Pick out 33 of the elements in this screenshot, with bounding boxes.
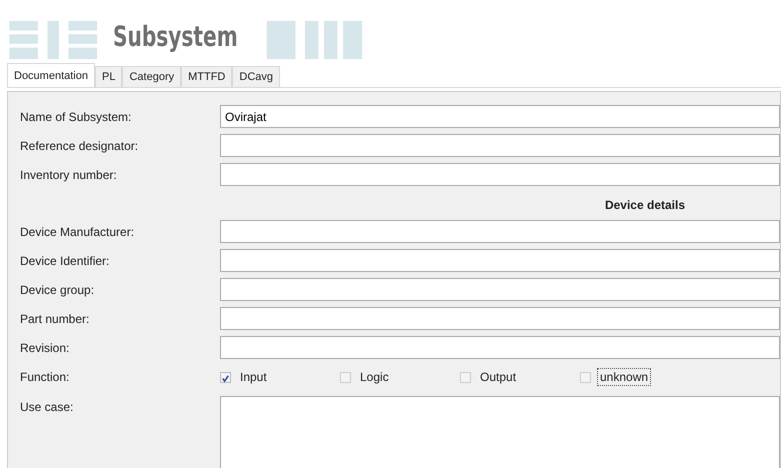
- field-label: Use case:: [20, 399, 74, 414]
- tab[interactable]: PL: [95, 66, 122, 87]
- checkbox-label[interactable]: Logic: [357, 368, 392, 386]
- field-label: Reference designator:: [20, 138, 140, 152]
- checkbox[interactable]: [340, 372, 351, 382]
- field-label: Function:: [20, 370, 70, 384]
- field-label: Device Manufacturer:: [20, 224, 136, 238]
- page-title: Subsystem: [113, 20, 238, 53]
- input-field[interactable]: [220, 134, 780, 157]
- tab[interactable]: Category: [122, 66, 182, 87]
- field-label: Revision:: [20, 340, 70, 354]
- checkbox[interactable]: [580, 372, 591, 382]
- checkbox-label[interactable]: unknown: [597, 368, 652, 386]
- checkbox-label[interactable]: Output: [477, 368, 520, 386]
- input-field[interactable]: Ovirajat: [220, 105, 780, 128]
- checkbox[interactable]: [220, 372, 231, 382]
- field-label: Device group:: [20, 282, 96, 296]
- input-field[interactable]: [220, 220, 780, 243]
- field-label: Inventory number:: [20, 168, 118, 182]
- tab[interactable]: MTTFD: [181, 66, 232, 87]
- field-label: Device Identifier:: [20, 254, 110, 268]
- checkbox-label[interactable]: Input: [237, 368, 270, 386]
- field-label: Name of Subsystem:: [20, 110, 132, 124]
- input-field[interactable]: [220, 163, 780, 186]
- input-field[interactable]: [220, 336, 780, 359]
- field-label: Part number:: [20, 312, 90, 326]
- input-field[interactable]: [220, 278, 780, 301]
- input-field[interactable]: [220, 249, 780, 272]
- tab[interactable]: Documentation: [7, 63, 95, 87]
- section-heading: Device details: [604, 198, 685, 212]
- tab[interactable]: DCavg: [232, 66, 280, 87]
- checkbox[interactable]: [460, 372, 471, 382]
- input-field[interactable]: [220, 307, 780, 330]
